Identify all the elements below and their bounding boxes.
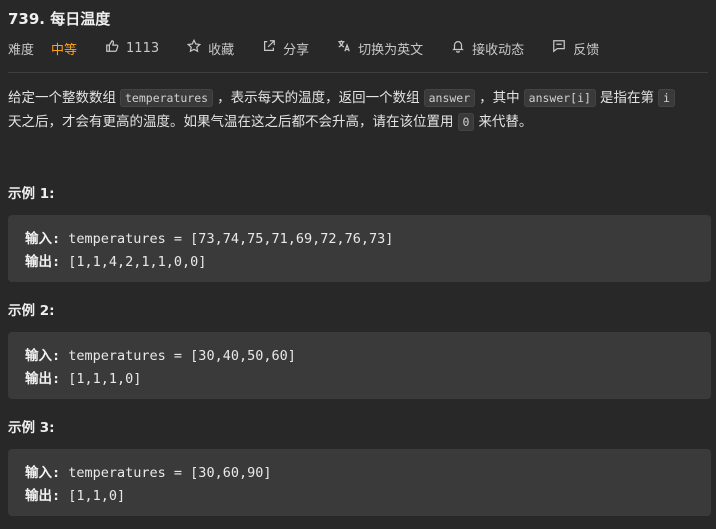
feedback-label: 反馈 xyxy=(573,42,600,58)
description-line-1: 给定一个整数数组 temperatures ，表示每天的温度，返回一个数组 answe… xyxy=(8,86,710,110)
input-label: 输入: xyxy=(25,231,61,247)
example-output: 输出: [1,1,4,2,1,1,0,0] xyxy=(25,250,206,270)
output-value: [1,1,4,2,1,1,0,0] xyxy=(60,254,207,270)
desc-text: ，表示每天的温度，返回一个数组 xyxy=(217,90,420,106)
inline-code: answer[i] xyxy=(523,89,596,107)
input-label: 输入: xyxy=(25,465,61,481)
inline-code: 0 xyxy=(457,113,475,131)
favorite-label: 收藏 xyxy=(208,42,235,58)
example-input: 输入: temperatures = [30,60,90] xyxy=(25,461,271,481)
translate-label: 切换为英文 xyxy=(358,42,424,58)
example-block: 输入: temperatures = [30,60,90] 输出: [1,1,0… xyxy=(8,449,711,516)
feedback-button[interactable]: 反馈 xyxy=(552,39,599,58)
desc-text: 是指在第 xyxy=(599,90,654,106)
output-value: [1,1,1,0] xyxy=(60,371,142,387)
desc-text: 天之后，才会有更高的温度。如果气温在这之后都不会升高，请在该位置用 xyxy=(8,114,454,130)
star-icon xyxy=(186,38,202,57)
difficulty: 难度 中等 xyxy=(8,39,77,58)
share-icon xyxy=(262,39,276,57)
desc-text: 给定一个整数数组 xyxy=(8,90,116,106)
feedback-icon xyxy=(552,39,566,57)
subscribe-label: 接收动态 xyxy=(472,42,525,58)
like-count: 1113 xyxy=(126,40,160,56)
difficulty-badge: 中等 xyxy=(51,42,78,58)
inline-code: answer xyxy=(423,89,476,107)
like-button[interactable]: 1113 xyxy=(105,39,159,57)
inline-code: i xyxy=(657,89,675,107)
input-value: temperatures = [73,74,75,71,69,72,76,73] xyxy=(60,231,394,247)
output-label: 输出: xyxy=(25,254,61,270)
share-button[interactable]: 分享 xyxy=(262,39,309,58)
translate-button[interactable]: 切换为英文 xyxy=(337,39,423,58)
example-block: 输入: temperatures = [30,40,50,60] 输出: [1,… xyxy=(8,332,711,399)
desc-text: 来代替。 xyxy=(478,114,533,130)
example-block: 输入: temperatures = [73,74,75,71,69,72,76… xyxy=(8,215,711,282)
divider xyxy=(8,72,708,73)
problem-meta-bar: 难度 中等 1113 收藏 分享 切换为英文 接收动态 反馈 xyxy=(8,38,716,58)
input-label: 输入: xyxy=(25,348,61,364)
example-title: 示例 3: xyxy=(8,420,55,436)
problem-description: 给定一个整数数组 temperatures ，表示每天的温度，返回一个数组 answe… xyxy=(8,86,710,134)
example-output: 输出: [1,1,0] xyxy=(25,484,125,504)
subscribe-button[interactable]: 接收动态 xyxy=(451,39,524,58)
input-value: temperatures = [30,60,90] xyxy=(60,465,272,481)
output-value: [1,1,0] xyxy=(60,488,126,504)
translate-icon xyxy=(337,39,351,57)
share-label: 分享 xyxy=(283,42,310,58)
inline-code: temperatures xyxy=(120,89,214,107)
output-label: 输出: xyxy=(25,371,61,387)
output-label: 输出: xyxy=(25,488,61,504)
example-title: 示例 2: xyxy=(8,303,55,319)
bell-icon xyxy=(451,39,465,57)
example-title: 示例 1: xyxy=(8,186,55,202)
input-value: temperatures = [30,40,50,60] xyxy=(60,348,296,364)
thumbs-up-icon xyxy=(105,39,119,57)
favorite-button[interactable]: 收藏 xyxy=(186,38,235,58)
difficulty-label: 难度 xyxy=(8,42,35,58)
problem-title: 739. 每日温度 xyxy=(8,10,111,28)
example-output: 输出: [1,1,1,0] xyxy=(25,367,141,387)
example-input: 输入: temperatures = [73,74,75,71,69,72,76… xyxy=(25,227,393,247)
description-line-2: 天之后，才会有更高的温度。如果气温在这之后都不会升高，请在该位置用 0 来代替。 xyxy=(8,110,710,134)
example-input: 输入: temperatures = [30,40,50,60] xyxy=(25,344,296,364)
desc-text: ，其中 xyxy=(479,90,520,106)
